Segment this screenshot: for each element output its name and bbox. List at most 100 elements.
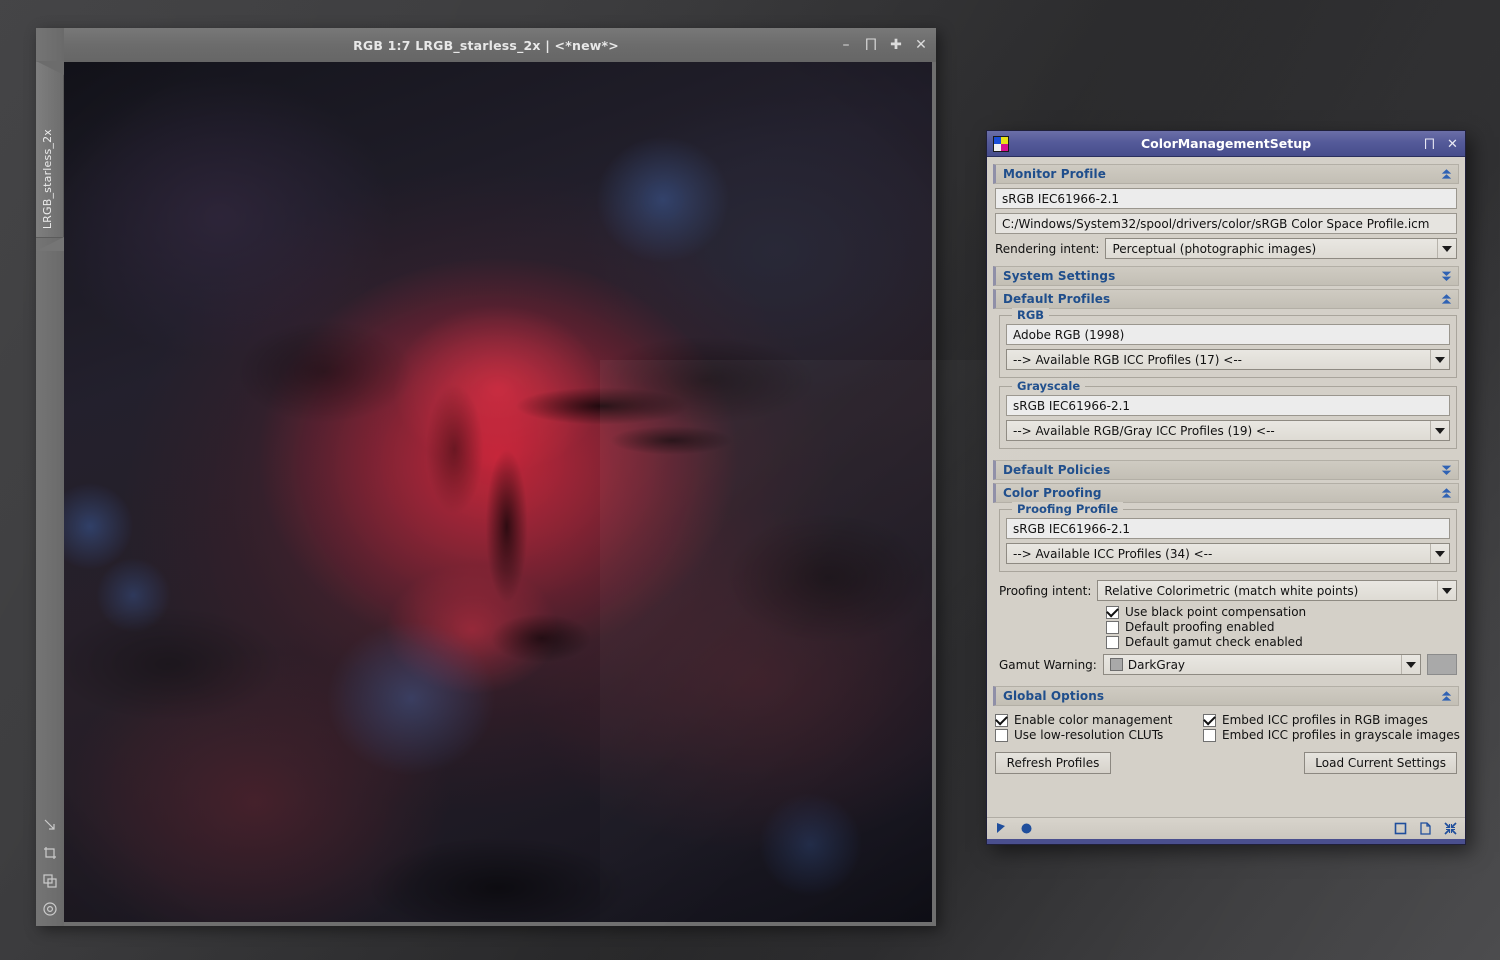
chevron-up-double-icon[interactable] (1440, 487, 1453, 500)
dialog-title: ColorManagementSetup (1140, 136, 1312, 151)
global-options-checkboxes: Enable color management Use low-resoluti… (993, 712, 1460, 743)
load-current-settings-button[interactable]: Load Current Settings (1304, 752, 1457, 774)
group-label-proofing-profile: Proofing Profile (1012, 502, 1124, 516)
group-proofing-profile: Proofing Profile sRGB IEC61966-2.1 --> A… (999, 502, 1457, 572)
rendering-intent-value: Perceptual (photographic images) (1112, 241, 1317, 256)
default-rgb-profile-field[interactable]: Adobe RGB (1998) (1006, 324, 1450, 345)
proofing-intent-combo[interactable]: Relative Colorimetric (match white point… (1097, 580, 1457, 601)
close-icon[interactable]: ✕ (914, 38, 928, 52)
available-rgb-profiles-combo[interactable]: --> Available RGB ICC Profiles (17) <-- (1006, 349, 1450, 370)
section-header-default-profiles[interactable]: Default Profiles (993, 289, 1459, 309)
proofing-options: Proofing intent: Relative Colorimetric (… (993, 574, 1459, 679)
maximize-icon[interactable]: ✚ (889, 38, 903, 52)
checkbox-box[interactable] (1106, 605, 1119, 619)
available-rgb-profiles-value: --> Available RGB ICC Profiles (17) <-- (1013, 352, 1242, 367)
image-tool-column[interactable] (36, 818, 64, 916)
square-icon[interactable] (1394, 822, 1407, 835)
section-title-global-options: Global Options (1003, 689, 1105, 703)
checkbox-box[interactable] (995, 728, 1008, 742)
rendering-intent-row: Rendering intent: Perceptual (photograph… (995, 238, 1457, 259)
checkbox-box[interactable] (1203, 728, 1216, 742)
monitor-profile-content: sRGB IEC61966-2.1 C:/Windows/System32/sp… (993, 184, 1459, 263)
checkbox-box[interactable] (1106, 620, 1119, 634)
desktop-background: RGB 1:7 LRGB_starless_2x | <*new*> – ⨅ ✚… (0, 0, 1500, 960)
section-header-global-options[interactable]: Global Options (993, 686, 1459, 706)
checkbox-default-proofing-enabled[interactable]: Default proofing enabled (1106, 620, 1457, 634)
image-window-buttons[interactable]: – ⨅ ✚ ✕ (839, 28, 928, 62)
chevron-down-icon[interactable] (1430, 421, 1449, 440)
rendering-intent-combo[interactable]: Perceptual (photographic images) (1105, 238, 1457, 259)
available-icc-profiles-combo[interactable]: --> Available ICC Profiles (34) <-- (1006, 543, 1450, 564)
dialog-body: Monitor Profile sRGB IEC61966-2.1 C:/Win… (987, 157, 1465, 817)
chevron-up-double-icon[interactable] (1440, 168, 1453, 181)
chevron-down-icon[interactable] (1401, 655, 1420, 674)
checkbox-label: Default proofing enabled (1125, 620, 1275, 634)
image-window-titlebar[interactable]: RGB 1:7 LRGB_starless_2x | <*new*> – ⨅ ✚… (36, 28, 936, 62)
gamut-warning-color-preview[interactable] (1427, 654, 1457, 675)
image-window[interactable]: RGB 1:7 LRGB_starless_2x | <*new*> – ⨅ ✚… (36, 28, 936, 926)
available-gray-profiles-combo[interactable]: --> Available RGB/Gray ICC Profiles (19)… (1006, 420, 1450, 441)
dialog-window-buttons[interactable]: ⨅ ✕ (1423, 131, 1459, 157)
section-header-color-proofing[interactable]: Color Proofing (993, 483, 1459, 503)
section-title-default-policies: Default Policies (1003, 463, 1111, 477)
dialog-close-icon[interactable]: ✕ (1446, 138, 1459, 151)
monitor-profile-path-field[interactable]: C:/Windows/System32/spool/drivers/color/… (995, 213, 1457, 234)
checkbox-label: Use low-resolution CLUTs (1014, 728, 1164, 742)
blue-dot-icon[interactable] (1020, 822, 1033, 835)
proofing-checkbox-group: Use black point compensation Default pro… (999, 605, 1457, 649)
section-title-monitor-profile: Monitor Profile (1003, 167, 1106, 181)
dialog-titlebar[interactable]: ColorManagementSetup ⨅ ✕ (987, 131, 1465, 157)
monitor-profile-name-field[interactable]: sRGB IEC61966-2.1 (995, 188, 1457, 209)
duplicate-icon[interactable] (43, 874, 57, 888)
image-tab-lrgb-starless[interactable]: LRGB_starless_2x (36, 61, 64, 251)
chevron-up-double-icon[interactable] (1440, 690, 1453, 703)
gamut-warning-value: DarkGray (1127, 657, 1186, 672)
chevron-down-icon[interactable] (1430, 350, 1449, 369)
checkbox-use-low-resolution-cluts[interactable]: Use low-resolution CLUTs (995, 728, 1199, 742)
checkbox-embed-icc-grayscale[interactable]: Embed ICC profiles in grayscale images (1203, 728, 1460, 742)
resize-arrow-icon[interactable] (43, 818, 57, 832)
chevron-up-double-icon[interactable] (1440, 293, 1453, 306)
status-bar-left-icons (995, 822, 1033, 835)
checkbox-default-gamut-check-enabled[interactable]: Default gamut check enabled (1106, 635, 1457, 649)
crop-frame-icon[interactable] (43, 846, 57, 860)
proofing-intent-value: Relative Colorimetric (match white point… (1104, 583, 1359, 598)
checkbox-label: Embed ICC profiles in grayscale images (1222, 728, 1460, 742)
section-header-default-policies[interactable]: Default Policies (993, 460, 1459, 480)
gamut-warning-row: Gamut Warning: DarkGray (999, 654, 1457, 675)
proofing-profile-field[interactable]: sRGB IEC61966-2.1 (1006, 518, 1450, 539)
minimize-icon[interactable]: – (839, 38, 853, 52)
chevron-down-icon[interactable] (1437, 239, 1456, 258)
chevron-down-double-icon[interactable] (1440, 464, 1453, 477)
checkbox-box[interactable] (995, 713, 1008, 727)
dialog-shade-icon[interactable]: ⨅ (1423, 138, 1436, 151)
section-header-system-settings[interactable]: System Settings (993, 266, 1459, 286)
checkbox-black-point-compensation[interactable]: Use black point compensation (1106, 605, 1457, 619)
checkbox-enable-color-management[interactable]: Enable color management (995, 713, 1199, 727)
available-gray-profiles-value: --> Available RGB/Gray ICC Profiles (19)… (1013, 423, 1275, 438)
image-window-tabstrip[interactable]: LRGB_starless_2x (36, 28, 64, 926)
shade-icon[interactable]: ⨅ (864, 38, 878, 52)
available-icc-profiles-value: --> Available ICC Profiles (34) <-- (1013, 546, 1213, 561)
chevron-down-icon[interactable] (1430, 544, 1449, 563)
section-header-monitor-profile[interactable]: Monitor Profile (993, 164, 1459, 184)
checkbox-embed-icc-rgb[interactable]: Embed ICC profiles in RGB images (1203, 713, 1460, 727)
default-grayscale-profile-field[interactable]: sRGB IEC61966-2.1 (1006, 395, 1450, 416)
refresh-profiles-button[interactable]: Refresh Profiles (995, 752, 1111, 774)
target-circle-icon[interactable] (43, 902, 57, 916)
arrow-cursor-icon[interactable] (995, 822, 1008, 835)
checkbox-label: Embed ICC profiles in RGB images (1222, 713, 1428, 727)
color-management-setup-dialog[interactable]: ColorManagementSetup ⨅ ✕ Monitor Profile… (986, 130, 1466, 845)
image-tab-label: LRGB_starless_2x (41, 128, 54, 229)
global-options-right-column: Embed ICC profiles in RGB images Embed I… (1203, 712, 1460, 743)
document-icon[interactable] (1419, 822, 1432, 835)
chevron-down-double-icon[interactable] (1440, 270, 1453, 283)
dialog-status-bar (987, 817, 1465, 839)
checkbox-box[interactable] (1106, 635, 1119, 649)
chevron-down-icon[interactable] (1437, 581, 1456, 600)
image-canvas[interactable] (64, 62, 932, 922)
gamut-warning-combo[interactable]: DarkGray (1102, 654, 1421, 675)
collapse-icon[interactable] (1444, 822, 1457, 835)
checkbox-box[interactable] (1203, 713, 1216, 727)
dialog-footer-accent (987, 839, 1465, 844)
